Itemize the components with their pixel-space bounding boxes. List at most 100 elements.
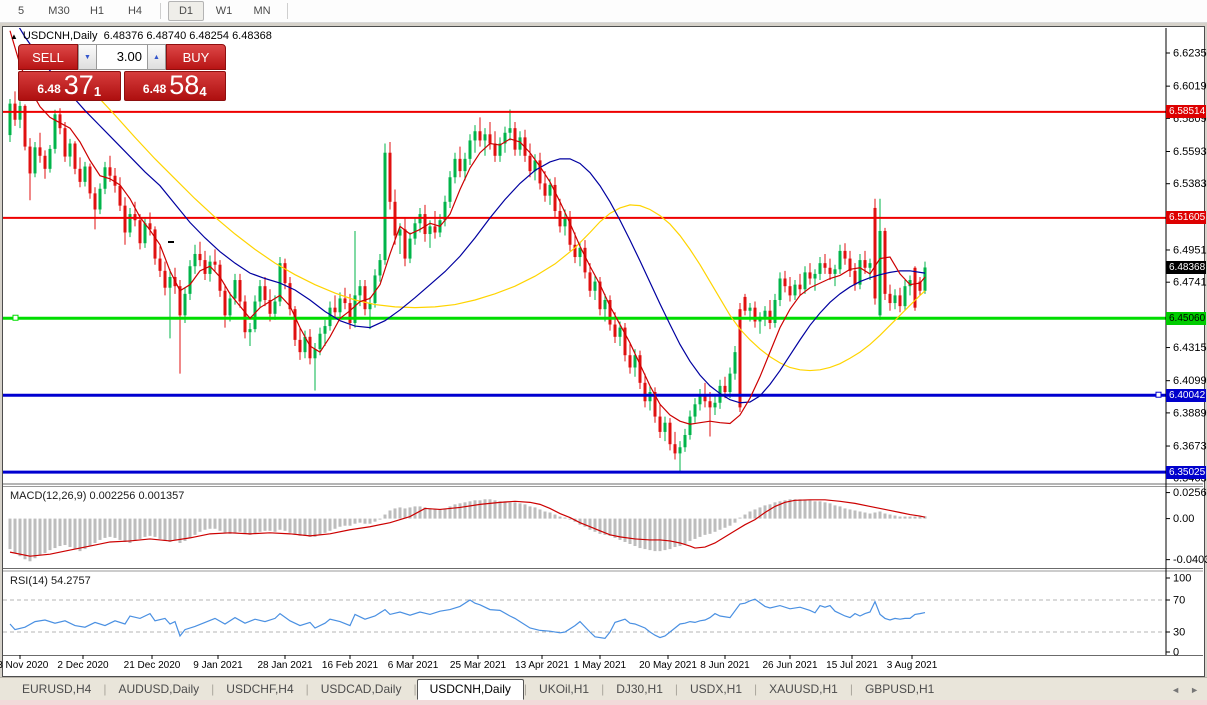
tab-gbpusd-h1[interactable]: GBPUSD,H1 (853, 679, 946, 700)
date-label: 15 Jul 2021 (826, 660, 878, 671)
tab-dj30-h1[interactable]: DJ30,H1 (604, 679, 675, 700)
candle (469, 140, 472, 158)
macd-pane[interactable] (9, 499, 927, 561)
tab-audusd-daily[interactable]: AUDUSD,Daily (106, 679, 211, 700)
candle (829, 268, 832, 274)
buy-button[interactable]: BUY (166, 44, 226, 70)
collapse-arrow-icon[interactable]: ▲ (10, 32, 18, 41)
macd-hist-bar (199, 519, 202, 532)
symbol-info-line: ▲USDCNH,Daily 6.48376 6.48740 6.48254 6.… (10, 30, 272, 42)
macd-hist-bar (34, 519, 37, 559)
rsi-pane[interactable] (3, 599, 1166, 638)
macd-hist-bar (749, 511, 752, 518)
candle (464, 159, 467, 171)
macd-hist-bar (69, 519, 72, 547)
line-handle[interactable] (13, 315, 18, 320)
macd-hist-bar (459, 503, 462, 518)
macd-hist-bar (859, 511, 862, 518)
candle (734, 352, 737, 373)
macd-hist-bar (694, 519, 697, 539)
tab-usdcad-daily[interactable]: USDCAD,Daily (309, 679, 414, 700)
macd-hist-bar (769, 504, 772, 518)
macd-hist-bar (419, 506, 422, 518)
timeframe-button-w1[interactable]: W1 (206, 1, 242, 21)
candle (529, 156, 532, 171)
macd-hist-bar (889, 515, 892, 519)
symbol-tabbar: EURUSD,H4|AUDUSD,Daily|USDCHF,H4|USDCAD,… (0, 677, 1207, 700)
volume-decrease-button[interactable]: ▼ (78, 44, 97, 70)
timeframe-toolbar: 5M30H1H4 D1W1MN (0, 0, 1207, 23)
macd-hist-bar (799, 499, 802, 518)
tab-ukoil-h1[interactable]: UKOil,H1 (527, 679, 601, 700)
candle (264, 286, 267, 300)
volume-input[interactable]: 3.00 (97, 44, 147, 70)
timeframe-button-m30[interactable]: M30 (41, 1, 77, 21)
chart-canvas[interactable]: 6.623506.601906.580906.559306.538306.495… (0, 0, 1207, 705)
timeframe-button-h4[interactable]: H4 (117, 1, 153, 21)
candle (839, 251, 842, 269)
candle (34, 147, 37, 173)
macd-hist-bar (244, 519, 247, 534)
toolbar-separator (287, 3, 288, 19)
tab-usdcnh-daily[interactable]: USDCNH,Daily (417, 679, 524, 700)
sell-button[interactable]: SELL (18, 44, 78, 70)
candle (764, 311, 767, 317)
candle (789, 286, 792, 295)
tab-usdchf-h4[interactable]: USDCHF,H4 (214, 679, 305, 700)
timeframe-button-mn[interactable]: MN (244, 1, 280, 21)
macd-hist-bar (639, 519, 642, 548)
macd-hist-bar (869, 514, 872, 519)
axis-tick-label: 30 (1173, 627, 1185, 639)
date-label: 28 Jan 2021 (257, 660, 312, 671)
volume-increase-button[interactable]: ▲ (147, 44, 166, 70)
date-label: 9 Jan 2021 (193, 660, 243, 671)
macd-hist-bar (154, 519, 157, 537)
macd-hist-bar (389, 510, 392, 518)
macd-hist-bar (299, 519, 302, 536)
timeframe-button-h1[interactable]: H1 (79, 1, 115, 21)
candle (594, 282, 597, 291)
macd-hist-bar (444, 508, 447, 518)
candle (94, 193, 97, 209)
buy-price-big: 58 (169, 72, 199, 99)
macd-hist-bar (489, 499, 492, 518)
line-handle[interactable] (1156, 392, 1161, 397)
tab-xauusd-h1[interactable]: XAUUSD,H1 (757, 679, 850, 700)
tab-scroll-left-icon[interactable]: ◄ (1171, 685, 1180, 695)
macd-hist-bar (899, 517, 902, 519)
macd-hist-bar (534, 507, 537, 518)
macd-hist-bar (819, 501, 822, 518)
axis-tick-label: 6.60190 (1173, 81, 1207, 93)
macd-hist-bar (234, 519, 237, 533)
date-label: 8 Jun 2021 (700, 660, 750, 671)
buy-price-box[interactable]: 6.48 58 4 (124, 71, 227, 101)
macd-hist-bar (734, 519, 737, 523)
timeframe-button-d1[interactable]: D1 (168, 1, 204, 21)
macd-hist-bar (614, 519, 617, 538)
tab-eurusd-h4[interactable]: EURUSD,H4 (10, 679, 103, 700)
axis-tick-label: 6.62350 (1173, 48, 1207, 60)
macd-hist-bar (794, 499, 797, 518)
candle (694, 404, 697, 416)
tab-scroll-right-icon[interactable]: ► (1190, 685, 1199, 695)
candle (539, 160, 542, 183)
candle (29, 147, 32, 174)
candle (904, 286, 907, 306)
macd-hist-bar (559, 517, 562, 519)
macd-hist-bar (309, 519, 312, 537)
price-badge: 6.51605 (1166, 211, 1206, 224)
timeframe-button-5[interactable]: 5 (3, 1, 39, 21)
candle (49, 149, 52, 169)
chart-object-dash[interactable] (168, 241, 174, 243)
macd-hist-bar (364, 519, 367, 524)
price-badge: 6.35025 (1166, 466, 1206, 479)
macd-hist-bar (499, 501, 502, 518)
macd-hist-bar (124, 519, 127, 542)
macd-hist-bar (349, 519, 352, 526)
tab-usdx-h1[interactable]: USDX,H1 (678, 679, 754, 700)
macd-hist-bar (194, 519, 197, 535)
candle (69, 144, 72, 157)
macd-hist-bar (529, 506, 532, 518)
macd-hist-bar (279, 519, 282, 530)
sell-price-box[interactable]: 6.48 37 1 (18, 71, 121, 101)
